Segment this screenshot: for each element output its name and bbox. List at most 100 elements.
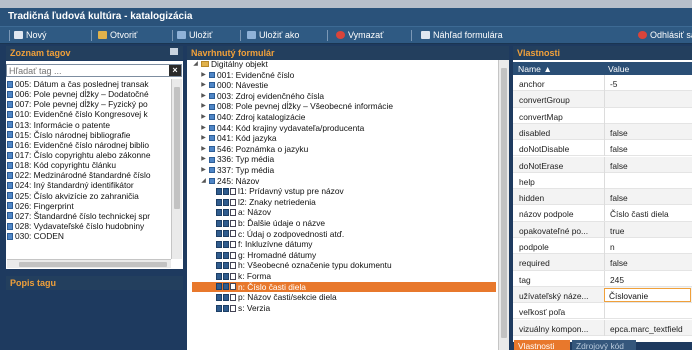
- tree-node[interactable]: ▶ 041: Kód jazyka: [192, 133, 496, 144]
- property-value[interactable]: false: [604, 254, 692, 271]
- property-row[interactable]: doNotErase false: [513, 156, 692, 173]
- tag-list-item[interactable]: 016: Evidenčné číslo národnej biblio: [7, 140, 170, 150]
- expand-caret-icon[interactable]: ▶: [200, 101, 207, 112]
- clear-search-icon[interactable]: ×: [169, 65, 181, 76]
- property-value[interactable]: false: [604, 189, 692, 206]
- tree-node[interactable]: ▶ 336: Typ média: [192, 154, 496, 165]
- property-row[interactable]: convertMap: [513, 107, 692, 124]
- tag-list-item[interactable]: 013: Informácie o patente: [7, 120, 170, 130]
- tree-node[interactable]: ▶ 000: Návestie: [192, 80, 496, 91]
- property-value[interactable]: n: [604, 238, 692, 254]
- property-value[interactable]: false: [604, 123, 692, 140]
- property-value[interactable]: [604, 172, 692, 189]
- expand-caret-icon[interactable]: ▶: [200, 144, 207, 155]
- tree-subfield[interactable]: a: Názov: [192, 207, 496, 218]
- property-row[interactable]: hidden false: [513, 189, 692, 206]
- expand-caret-icon[interactable]: ▶: [200, 154, 207, 165]
- tree-node[interactable]: ▶ 337: Typ média: [192, 165, 496, 176]
- tree-node[interactable]: ▶ 040: Zdroj katalogizácie: [192, 112, 496, 123]
- property-value[interactable]: [604, 107, 692, 124]
- tree-subfield[interactable]: s: Verzia: [192, 303, 496, 314]
- property-row[interactable]: help: [513, 172, 692, 190]
- property-value[interactable]: -5: [604, 75, 692, 91]
- expand-caret-icon[interactable]: ▶: [200, 112, 207, 123]
- tree-node[interactable]: ▶ 001: Evidenčné číslo: [192, 70, 496, 81]
- new-button[interactable]: Nový: [14, 30, 47, 40]
- scroll-thumb[interactable]: [174, 87, 180, 209]
- tree-node[interactable]: ▶ 003: Zdroj evidenčného čísla: [192, 91, 496, 102]
- property-value[interactable]: false: [604, 140, 692, 157]
- property-value[interactable]: Číslo časti diela: [604, 205, 692, 222]
- property-row[interactable]: názov podpole Číslo časti diela: [513, 205, 692, 222]
- property-value[interactable]: 245: [604, 270, 692, 287]
- expand-caret-icon[interactable]: ▶: [200, 70, 207, 81]
- expand-caret-icon[interactable]: ▶: [200, 133, 207, 144]
- tree-node-expanded[interactable]: ◢ 245: Názov: [192, 176, 496, 187]
- collapse-caret-icon[interactable]: ◢: [200, 176, 207, 187]
- property-value[interactable]: epca.marc_textfield: [604, 319, 692, 336]
- tag-list-item[interactable]: 018: Kód copyrightu článku: [7, 160, 170, 170]
- tree-subfield[interactable]: f: Inkluzívne dátumy: [192, 239, 496, 250]
- property-row[interactable]: opakovateľné po... true: [513, 221, 692, 238]
- property-value[interactable]: false: [604, 156, 692, 173]
- tree-node[interactable]: ▶ 546: Poznámka o jazyku: [192, 144, 496, 155]
- property-value[interactable]: [604, 91, 692, 108]
- expand-caret-icon[interactable]: ▶: [200, 165, 207, 176]
- tree-subfield[interactable]: h: Všeobecné označenie typu dokumentu: [192, 260, 496, 271]
- tree-subfield[interactable]: p: Názov časti/sekcie diela: [192, 292, 496, 303]
- property-row[interactable]: užívateľský náze... Číslovanie: [513, 286, 692, 304]
- property-row[interactable]: veľkosť poľa: [513, 303, 692, 320]
- property-value[interactable]: true: [604, 221, 692, 238]
- form-tree-vscrollbar[interactable]: [498, 60, 509, 350]
- property-value[interactable]: [604, 303, 692, 320]
- tag-search-input[interactable]: [7, 65, 167, 76]
- tree-subfield[interactable]: l1: Prídavný vstup pre názov: [192, 186, 496, 197]
- tag-list-item[interactable]: 005: Dátum a čas poslednej transak: [7, 79, 170, 89]
- property-row[interactable]: podpole n: [513, 238, 692, 255]
- tag-list-item[interactable]: 025: Číslo akvizície zo zahraničia: [7, 191, 170, 201]
- property-row[interactable]: vizuálny kompon... epca.marc_textfield: [513, 319, 692, 336]
- tag-list-vscrollbar[interactable]: [171, 79, 182, 259]
- property-row[interactable]: required false: [513, 254, 692, 271]
- tag-list-item[interactable]: 028: Vydavateľské číslo hudobniny: [7, 221, 170, 231]
- scroll-thumb[interactable]: [501, 68, 507, 338]
- tab-source-code[interactable]: Zdrojový kód: [572, 340, 636, 350]
- save-as-button[interactable]: Uložiť ako: [247, 30, 299, 40]
- expand-caret-icon[interactable]: ▶: [200, 80, 207, 91]
- collapse-icon[interactable]: [170, 48, 178, 55]
- tag-list-item[interactable]: 006: Pole pevnej dĺžky – Dodatočné: [7, 89, 170, 99]
- scroll-thumb[interactable]: [19, 262, 167, 267]
- expand-caret-icon[interactable]: ▶: [200, 91, 207, 102]
- property-row[interactable]: anchor -5: [513, 75, 692, 92]
- tree-subfield[interactable]: l2: Znaky netriedenia: [192, 197, 496, 208]
- save-button[interactable]: Uložiť: [177, 30, 212, 40]
- property-value-editor[interactable]: Číslovanie: [604, 287, 691, 302]
- tree-subfield[interactable]: k: Forma: [192, 271, 496, 282]
- tag-list-hscrollbar[interactable]: [7, 259, 171, 268]
- expand-caret-icon[interactable]: ▶: [200, 123, 207, 134]
- tag-list-item[interactable]: 024: Iný štandardný identifikátor: [7, 180, 170, 190]
- tree-root[interactable]: ◢ Digitálny objekt: [192, 59, 496, 70]
- tree-subfield[interactable]: g: Hromadné dátumy: [192, 250, 496, 261]
- tag-list-item[interactable]: 030: CODEN: [7, 231, 170, 241]
- delete-button[interactable]: Vymazať: [336, 30, 384, 40]
- tag-list-item[interactable]: 017: Číslo copyrightu alebo zákonne: [7, 150, 170, 160]
- form-preview-button[interactable]: Náhľad formulára: [421, 30, 503, 40]
- property-row[interactable]: doNotDisable false: [513, 140, 692, 157]
- open-button[interactable]: Otvoriť: [98, 30, 137, 40]
- tree-subfield[interactable]: c: Údaj o zodpovednosti atď.: [192, 229, 496, 240]
- value-column-header[interactable]: Value: [608, 64, 629, 74]
- tree-subfield[interactable]: b: Ďalšie údaje o názve: [192, 218, 496, 229]
- logout-button[interactable]: Odhlásiť sa: [638, 30, 692, 40]
- property-row[interactable]: convertGroup: [513, 91, 692, 108]
- tree-subfield[interactable]: n: Číslo časti diela: [192, 281, 496, 293]
- tag-list-item[interactable]: 022: Medzinárodné štandardné číslo: [7, 170, 170, 180]
- property-row[interactable]: tag 245: [513, 270, 692, 287]
- tag-list-item[interactable]: 026: Fingerprint: [7, 201, 170, 211]
- property-row[interactable]: disabled false: [513, 123, 692, 141]
- tag-list-item[interactable]: 027: Štandardné číslo technickej spr: [7, 211, 170, 221]
- tag-list-item[interactable]: 007: Pole pevnej dĺžky – Fyzický po: [7, 99, 170, 109]
- name-column-header[interactable]: Name ▲: [518, 64, 552, 74]
- tag-list-item[interactable]: 010: Evidenčné číslo Kongresovej k: [7, 109, 170, 119]
- tag-list-item[interactable]: 015: Číslo národnej bibliografie: [7, 130, 170, 140]
